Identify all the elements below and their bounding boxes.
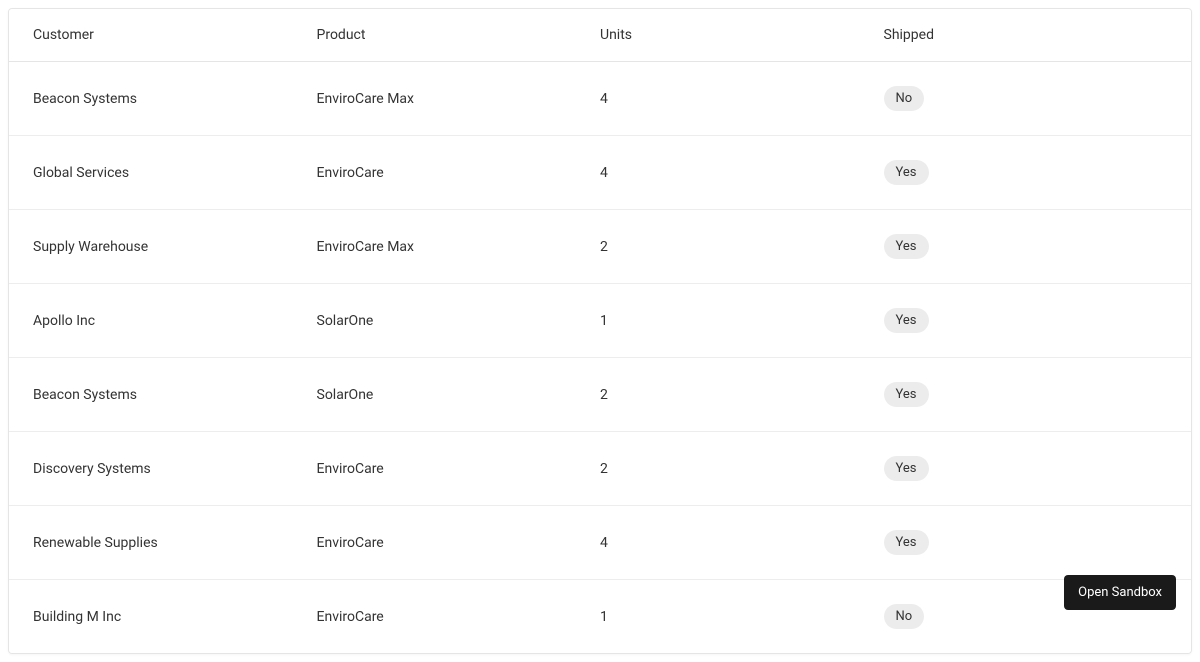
cell-customer: Beacon Systems (33, 67, 317, 131)
table-row[interactable]: Beacon SystemsEnviroCare Max4No (9, 62, 1191, 136)
cell-customer: Beacon Systems (33, 363, 317, 427)
table-row[interactable]: Global ServicesEnviroCare4Yes (9, 136, 1191, 210)
table-row[interactable]: Building M IncEnviroCare1No (9, 580, 1191, 653)
cell-units: 4 (600, 511, 884, 575)
table-row[interactable]: Supply WarehouseEnviroCare Max2Yes (9, 210, 1191, 284)
cell-product: SolarOne (317, 289, 601, 353)
cell-product: EnviroCare (317, 585, 601, 649)
cell-units: 1 (600, 585, 884, 649)
shipped-badge: Yes (884, 160, 929, 185)
cell-customer: Supply Warehouse (33, 215, 317, 279)
cell-shipped: No (884, 62, 1168, 135)
table-row[interactable]: Beacon SystemsSolarOne2Yes (9, 358, 1191, 432)
table-header-row: Customer Product Units Shipped (9, 9, 1191, 62)
column-header-shipped[interactable]: Shipped (884, 9, 1168, 61)
cell-units: 2 (600, 363, 884, 427)
cell-customer: Renewable Supplies (33, 511, 317, 575)
table-row[interactable]: Apollo IncSolarOne1Yes (9, 284, 1191, 358)
shipped-badge: No (884, 86, 925, 111)
cell-shipped: Yes (884, 432, 1168, 505)
shipped-badge: Yes (884, 382, 929, 407)
cell-customer: Discovery Systems (33, 437, 317, 501)
cell-customer: Global Services (33, 141, 317, 205)
shipped-badge: No (884, 604, 925, 629)
column-header-units[interactable]: Units (600, 9, 884, 61)
cell-product: EnviroCare Max (317, 215, 601, 279)
cell-shipped: Yes (884, 284, 1168, 357)
table-row[interactable]: Renewable SuppliesEnviroCare4Yes (9, 506, 1191, 580)
cell-shipped: Yes (884, 506, 1168, 579)
cell-product: SolarOne (317, 363, 601, 427)
table-body: Beacon SystemsEnviroCare Max4NoGlobal Se… (9, 62, 1191, 653)
cell-customer: Building M Inc (33, 585, 317, 649)
cell-shipped: Yes (884, 358, 1168, 431)
cell-product: EnviroCare (317, 437, 601, 501)
cell-product: EnviroCare (317, 511, 601, 575)
cell-shipped: Yes (884, 136, 1168, 209)
table-row[interactable]: Discovery SystemsEnviroCare2Yes (9, 432, 1191, 506)
cell-product: EnviroCare (317, 141, 601, 205)
shipped-badge: Yes (884, 456, 929, 481)
shipped-badge: Yes (884, 234, 929, 259)
cell-units: 2 (600, 215, 884, 279)
cell-customer: Apollo Inc (33, 289, 317, 353)
open-sandbox-button[interactable]: Open Sandbox (1064, 575, 1176, 610)
cell-units: 4 (600, 141, 884, 205)
cell-product: EnviroCare Max (317, 67, 601, 131)
column-header-product[interactable]: Product (317, 9, 601, 61)
cell-units: 4 (600, 67, 884, 131)
shipped-badge: Yes (884, 530, 929, 555)
cell-units: 1 (600, 289, 884, 353)
column-header-customer[interactable]: Customer (33, 9, 317, 61)
shipped-badge: Yes (884, 308, 929, 333)
cell-shipped: Yes (884, 210, 1168, 283)
cell-units: 2 (600, 437, 884, 501)
orders-table: Customer Product Units Shipped Beacon Sy… (8, 8, 1192, 654)
